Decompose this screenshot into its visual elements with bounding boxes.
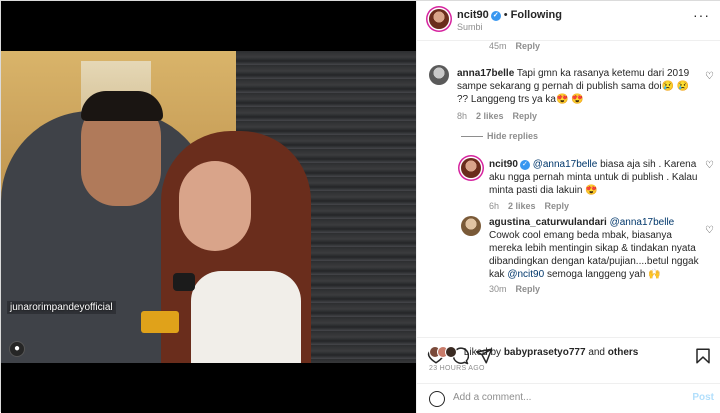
likes-and: and: [588, 347, 605, 358]
comment-meta: 45m Reply: [489, 41, 540, 51]
hide-replies-button[interactable]: Hide replies: [487, 131, 538, 141]
reply-author-avatar[interactable]: [461, 158, 481, 178]
photo-user-tag[interactable]: junarorimpandeyofficial: [7, 301, 116, 314]
reply-mention[interactable]: @ncit90: [507, 269, 544, 280]
reply-time: 6h: [489, 201, 500, 211]
reply-time: 30m: [489, 284, 507, 294]
reply-button[interactable]: Reply: [545, 201, 570, 211]
liker-avatar: [445, 346, 457, 358]
verified-badge-icon: ✓: [519, 160, 530, 170]
reply-username[interactable]: agustina_caturwulandari: [489, 217, 607, 228]
likes-others-link[interactable]: others: [608, 347, 639, 358]
add-comment-bar: Add a comment... Post: [417, 383, 720, 413]
reply-likes[interactable]: 2 likes: [508, 201, 536, 211]
comment-text: anna17belle Tapi gmn ka rasanya ketemu d…: [457, 67, 693, 106]
reply-author-avatar[interactable]: [461, 216, 481, 236]
photo-woman-face: [179, 161, 251, 251]
post-photo[interactable]: [1, 51, 416, 363]
author-line: ncit90 ✓ • Following: [457, 9, 562, 21]
more-options-icon[interactable]: ···: [693, 7, 710, 23]
tagged-user-icon[interactable]: ●: [9, 341, 25, 357]
separator-dot: •: [503, 9, 508, 21]
reply-meta: 6h 2 likes Reply: [489, 201, 569, 211]
author-username[interactable]: ncit90: [457, 9, 489, 21]
reply-username[interactable]: ncit90: [489, 159, 518, 170]
liker-username[interactable]: babyprasetyo777: [504, 347, 586, 358]
post-comment-button[interactable]: Post: [692, 392, 714, 403]
like-reply-heart-icon[interactable]: ♡: [705, 160, 714, 171]
reply-text: agustina_caturwulandari @anna17belle Cow…: [489, 216, 701, 281]
save-bookmark-icon[interactable]: [694, 347, 712, 365]
reply-button[interactable]: Reply: [513, 111, 538, 121]
photo-engine-badge: [141, 311, 179, 333]
following-button[interactable]: Following: [511, 9, 562, 21]
like-reply-heart-icon[interactable]: ♡: [705, 225, 714, 236]
post-sidebar: ncit90 ✓ • Following Sumbi ··· 45m Reply ann…: [416, 1, 720, 413]
verified-badge-icon: ✓: [490, 11, 501, 21]
reply-mention[interactable]: @anna17belle: [610, 217, 675, 228]
photo-woman-shirt: [191, 271, 301, 363]
reply-button[interactable]: Reply: [516, 41, 541, 51]
post-location[interactable]: Sumbi: [457, 22, 483, 32]
post-media: junarorimpandeyofficial ●: [1, 1, 416, 413]
comment-meta: 8h 2 likes Reply: [457, 111, 537, 121]
reply-body-end: semoga langgeng yah 🙌: [544, 269, 661, 280]
likes-prefix: Liked by: [463, 347, 502, 358]
like-comment-heart-icon[interactable]: ♡: [705, 71, 714, 82]
photo-man-hair: [81, 91, 163, 121]
photo-watch: [173, 273, 195, 291]
likes-summary: Liked by babyprasetyo777 and others: [429, 346, 638, 358]
add-comment-input[interactable]: Add a comment...: [453, 392, 531, 403]
comment-time: 45m: [489, 41, 507, 51]
post-timestamp[interactable]: 23 HOURS AGO: [429, 365, 485, 372]
comment-time: 8h: [457, 111, 468, 121]
reply-text: ncit90 ✓ @anna17belle biasa aja sih . Kar…: [489, 158, 699, 197]
author-avatar[interactable]: [429, 9, 449, 29]
comments-list: 45m Reply anna17belle Tapi gmn ka rasanya…: [417, 41, 720, 337]
comment-likes[interactable]: 2 likes: [476, 111, 504, 121]
post-header: ncit90 ✓ • Following Sumbi ···: [417, 1, 720, 41]
instagram-post-view: junarorimpandeyofficial ● ncit90 ✓ • Follow…: [0, 0, 720, 413]
hide-replies-line: [461, 136, 483, 137]
commenter-avatar[interactable]: [429, 65, 449, 85]
reply-meta: 30m Reply: [489, 284, 540, 294]
emoji-icon[interactable]: [429, 391, 445, 407]
reply-button[interactable]: Reply: [516, 284, 541, 294]
reply-mention[interactable]: @anna17belle: [533, 159, 598, 170]
commenter-username[interactable]: anna17belle: [457, 68, 514, 79]
